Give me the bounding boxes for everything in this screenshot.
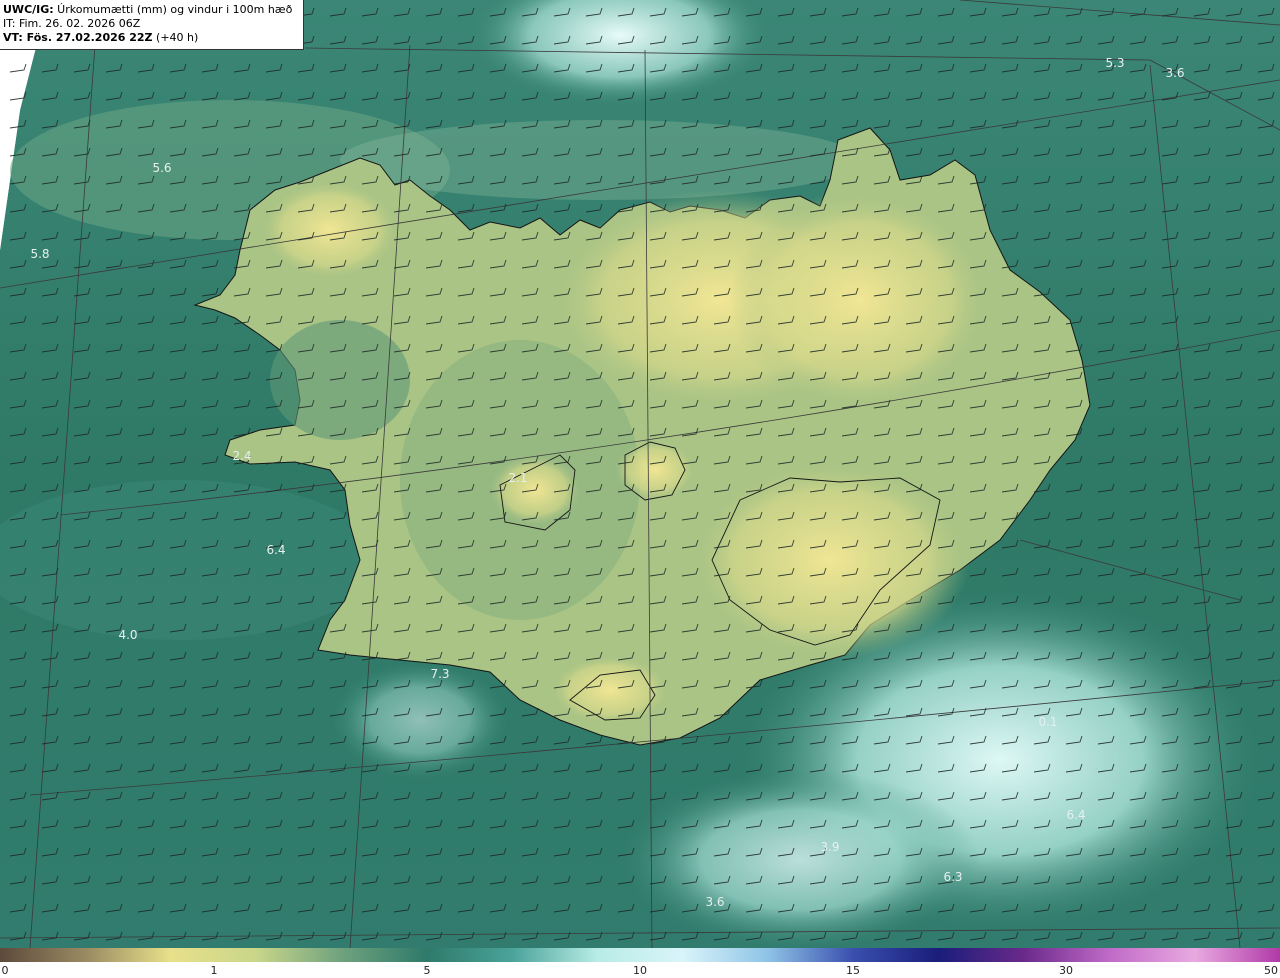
colorbar-tick: 0 [1, 964, 9, 977]
initial-time: IT: Fim. 26. 02. 2026 06Z [3, 17, 141, 30]
precipitation-value-label: 0.1 [1038, 715, 1057, 729]
wind-barbs [0, 0, 1280, 948]
precipitation-value-label: 5.3 [1105, 56, 1124, 70]
header-line-1: UWC/IG: Úrkomumætti (mm) og vindur i 100… [3, 3, 300, 17]
map-area: 5.3 3.6 5.6 5.8 2.4 2.1 6.4 4.0 7.3 0.1 6.4 3.9 6.3 3… [0, 0, 1280, 978]
precipitation-wind-map: 5.3 3.6 5.6 5.8 2.4 2.1 6.4 4.0 7.3 0.1 6.4 3.9 6.3 3… [0, 0, 1280, 948]
product-code: UWC/IG: [3, 3, 54, 16]
colorbar-tick: 10 [633, 964, 647, 977]
precipitation-value-label: 2.4 [232, 449, 251, 463]
colorbar-tick: 50 [1264, 964, 1278, 977]
precipitation-value-label: 3.6 [1165, 66, 1184, 80]
precipitation-value-label: 5.6 [152, 161, 171, 175]
precipitation-value-label: 6.3 [943, 870, 962, 884]
precipitation-colorbar [0, 948, 1280, 962]
colorbar-tick: 15 [846, 964, 860, 977]
precipitation-value-label: 2.1 [508, 471, 527, 485]
precipitation-value-label: 6.4 [266, 543, 285, 557]
precipitation-value-label: 7.3 [430, 667, 449, 681]
colorbar-tick-labels: 0 1 5 10 15 30 50 [0, 962, 1280, 978]
precipitation-value-label: 6.4 [1066, 808, 1085, 822]
forecast-offset: (+40 h) [152, 31, 199, 44]
precipitation-value-label: 3.6 [705, 895, 724, 909]
map-header: UWC/IG: Úrkomumætti (mm) og vindur i 100… [0, 0, 304, 50]
colorbar-tick: 5 [423, 964, 431, 977]
precipitation-value-label: 4.0 [118, 628, 137, 642]
precipitation-value-label: 5.8 [30, 247, 49, 261]
product-description: Úrkomumætti (mm) og vindur i 100m hæð [53, 3, 293, 16]
precipitation-value-label: 3.9 [820, 840, 839, 854]
header-line-3: VT: Fös. 27.02.2026 22Z (+40 h) [3, 31, 300, 45]
colorbar-tick: 1 [210, 964, 218, 977]
valid-time: VT: Fös. 27.02.2026 22Z [3, 31, 153, 44]
colorbar-tick: 30 [1059, 964, 1073, 977]
